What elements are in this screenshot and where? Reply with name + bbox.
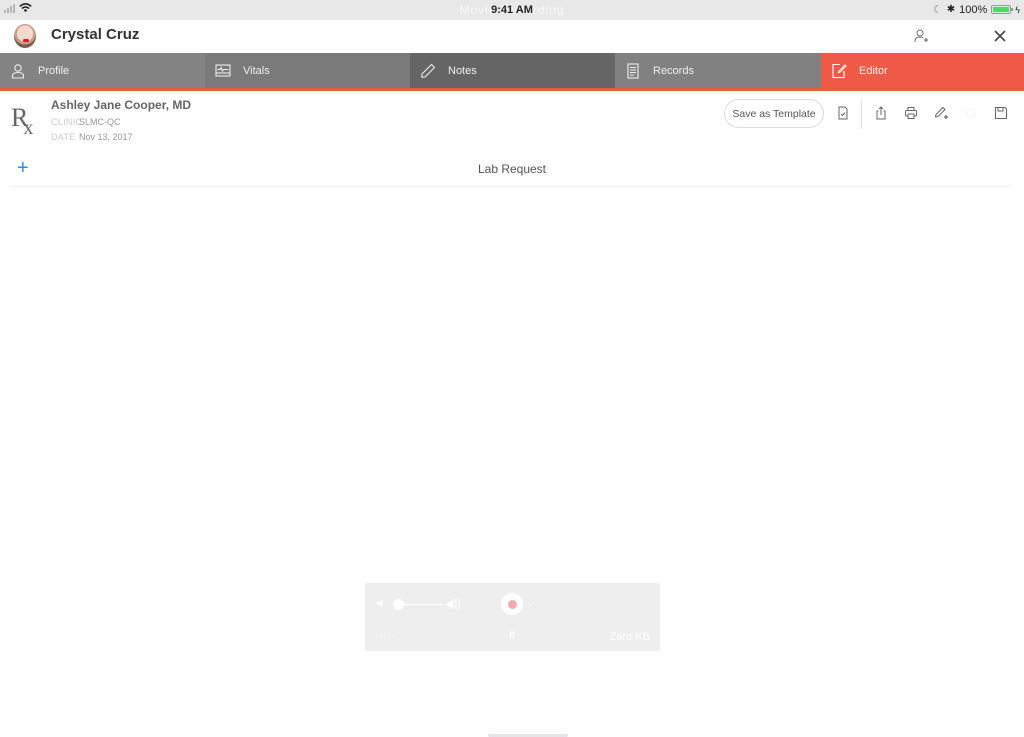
clinic-value: SLMC-QC bbox=[79, 117, 121, 127]
checklist-icon[interactable] bbox=[834, 104, 852, 122]
recording-size: Zero KB bbox=[609, 631, 650, 643]
tab-label: Editor bbox=[859, 64, 888, 77]
tab-editor[interactable]: Editor bbox=[821, 53, 1024, 88]
tab-label: Notes bbox=[448, 64, 477, 77]
close-icon[interactable] bbox=[989, 25, 1011, 47]
recording-time: --:-- bbox=[375, 631, 397, 642]
volume-slider-knob[interactable] bbox=[393, 599, 404, 610]
tab-records[interactable]: Records bbox=[615, 53, 821, 88]
blank-icon[interactable] bbox=[962, 104, 980, 122]
volume-slider[interactable] bbox=[398, 604, 443, 605]
rx-icon: Rx bbox=[11, 103, 34, 140]
tab-profile[interactable]: Profile bbox=[0, 53, 205, 88]
charging-icon: ϟ bbox=[1015, 4, 1020, 15]
section-divider bbox=[10, 186, 1010, 187]
battery-icon bbox=[991, 5, 1014, 14]
edit-add-icon[interactable] bbox=[932, 104, 950, 122]
tab-label: Vitals bbox=[243, 64, 270, 77]
pause-button[interactable]: II bbox=[509, 630, 515, 642]
tab-vitals[interactable]: Vitals bbox=[205, 53, 410, 88]
clinic-row: CLINIC SLMC-QC bbox=[51, 117, 121, 127]
tab-label: Records bbox=[653, 64, 694, 77]
patient-name: Crystal Cruz bbox=[51, 26, 140, 43]
date-row: DATE Nov 13, 2017 bbox=[51, 132, 133, 142]
doctor-name: Ashley Jane Cooper, MD bbox=[51, 98, 192, 112]
add-user-icon[interactable] bbox=[910, 25, 932, 47]
tab-bar: Profile Vitals Notes Records Editor bbox=[0, 53, 1024, 88]
battery-percent: 100% bbox=[959, 3, 988, 16]
tab-notes[interactable]: Notes bbox=[410, 53, 615, 88]
active-tab-indicator bbox=[0, 88, 1024, 91]
clock: 9:41 AM bbox=[491, 4, 533, 16]
pencil-icon bbox=[421, 63, 436, 78]
patient-header: Crystal Cruz bbox=[0, 20, 1024, 53]
screen-recorder-panel: ◀ ◀)) ⌄ --:-- II Zero KB bbox=[365, 583, 660, 651]
person-icon bbox=[11, 63, 25, 79]
bluetooth-icon: ✱ bbox=[946, 4, 956, 15]
chevron-down-icon[interactable]: ⌄ bbox=[527, 598, 535, 609]
vitals-monitor-icon bbox=[215, 63, 231, 77]
status-bar: Movie Recording 9:41 AM ☾ ✱ 100% ϟ bbox=[0, 0, 1024, 20]
toolbar-divider bbox=[861, 99, 862, 129]
clinic-label: CLINIC bbox=[51, 117, 83, 127]
avatar[interactable] bbox=[14, 24, 36, 48]
volume-high-icon: ◀)) bbox=[445, 598, 461, 610]
print-icon[interactable] bbox=[902, 104, 920, 122]
record-button[interactable] bbox=[501, 593, 523, 615]
moon-icon: ☾ bbox=[932, 4, 943, 16]
status-right: ☾ ✱ 100% ϟ bbox=[932, 3, 1020, 17]
volume-low-icon: ◀ bbox=[375, 598, 383, 609]
share-icon[interactable] bbox=[872, 104, 890, 122]
section-title: Lab Request bbox=[477, 162, 547, 176]
save-as-template-button[interactable]: Save as Template bbox=[724, 99, 824, 128]
date-label: DATE bbox=[51, 132, 76, 142]
tab-label: Profile bbox=[38, 64, 70, 77]
date-value: Nov 13, 2017 bbox=[79, 132, 133, 142]
document-icon bbox=[627, 62, 639, 79]
save-icon[interactable] bbox=[992, 104, 1010, 122]
edit-document-icon bbox=[832, 63, 847, 78]
